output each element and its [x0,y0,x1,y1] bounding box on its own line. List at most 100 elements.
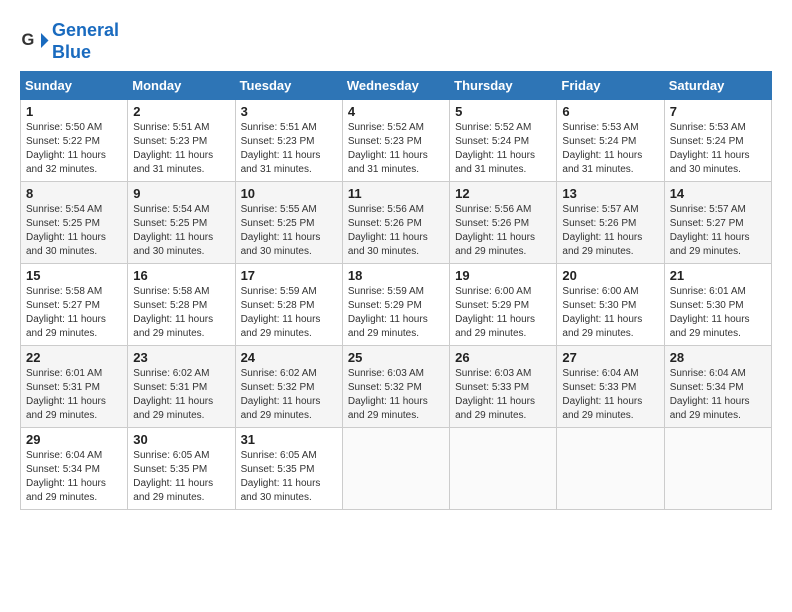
logo: G General Blue [20,20,119,63]
calendar-cell: 4 Sunrise: 5:52 AM Sunset: 5:23 PM Dayli… [342,100,449,182]
day-detail: Sunrise: 5:59 AM Sunset: 5:28 PM Dayligh… [241,285,337,341]
day-number: 2 [133,104,229,119]
day-detail: Sunrise: 5:55 AM Sunset: 5:25 PM Dayligh… [241,203,337,259]
calendar-cell: 11 Sunrise: 5:56 AM Sunset: 5:26 PM Dayl… [342,182,449,264]
day-detail: Sunrise: 5:52 AM Sunset: 5:23 PM Dayligh… [348,121,444,177]
calendar-cell: 7 Sunrise: 5:53 AM Sunset: 5:24 PM Dayli… [664,100,771,182]
calendar-cell: 5 Sunrise: 5:52 AM Sunset: 5:24 PM Dayli… [450,100,557,182]
calendar-cell: 17 Sunrise: 5:59 AM Sunset: 5:28 PM Dayl… [235,264,342,346]
day-detail: Sunrise: 6:05 AM Sunset: 5:35 PM Dayligh… [241,449,337,505]
calendar-cell: 25 Sunrise: 6:03 AM Sunset: 5:32 PM Dayl… [342,346,449,428]
day-number: 1 [26,104,122,119]
page-header: G General Blue [20,20,772,63]
day-number: 24 [241,350,337,365]
day-detail: Sunrise: 5:58 AM Sunset: 5:27 PM Dayligh… [26,285,122,341]
day-header-wednesday: Wednesday [342,72,449,100]
day-detail: Sunrise: 6:01 AM Sunset: 5:31 PM Dayligh… [26,367,122,423]
day-number: 7 [670,104,766,119]
day-detail: Sunrise: 5:52 AM Sunset: 5:24 PM Dayligh… [455,121,551,177]
day-detail: Sunrise: 5:59 AM Sunset: 5:29 PM Dayligh… [348,285,444,341]
day-header-monday: Monday [128,72,235,100]
calendar-cell [342,428,449,510]
day-detail: Sunrise: 5:56 AM Sunset: 5:26 PM Dayligh… [348,203,444,259]
day-number: 25 [348,350,444,365]
day-detail: Sunrise: 6:02 AM Sunset: 5:32 PM Dayligh… [241,367,337,423]
day-detail: Sunrise: 5:56 AM Sunset: 5:26 PM Dayligh… [455,203,551,259]
calendar-cell: 13 Sunrise: 5:57 AM Sunset: 5:26 PM Dayl… [557,182,664,264]
calendar-cell: 19 Sunrise: 6:00 AM Sunset: 5:29 PM Dayl… [450,264,557,346]
day-detail: Sunrise: 5:58 AM Sunset: 5:28 PM Dayligh… [133,285,229,341]
day-header-sunday: Sunday [21,72,128,100]
calendar-cell [664,428,771,510]
day-detail: Sunrise: 5:53 AM Sunset: 5:24 PM Dayligh… [562,121,658,177]
calendar-table: SundayMondayTuesdayWednesdayThursdayFrid… [20,71,772,510]
day-number: 11 [348,186,444,201]
calendar-cell [450,428,557,510]
day-number: 12 [455,186,551,201]
day-detail: Sunrise: 6:03 AM Sunset: 5:33 PM Dayligh… [455,367,551,423]
day-number: 19 [455,268,551,283]
calendar-cell: 28 Sunrise: 6:04 AM Sunset: 5:34 PM Dayl… [664,346,771,428]
day-number: 16 [133,268,229,283]
logo-icon: G [20,27,50,57]
day-number: 28 [670,350,766,365]
day-detail: Sunrise: 5:51 AM Sunset: 5:23 PM Dayligh… [133,121,229,177]
calendar-cell: 22 Sunrise: 6:01 AM Sunset: 5:31 PM Dayl… [21,346,128,428]
day-detail: Sunrise: 6:01 AM Sunset: 5:30 PM Dayligh… [670,285,766,341]
day-detail: Sunrise: 6:00 AM Sunset: 5:30 PM Dayligh… [562,285,658,341]
calendar-cell: 20 Sunrise: 6:00 AM Sunset: 5:30 PM Dayl… [557,264,664,346]
day-number: 14 [670,186,766,201]
day-number: 21 [670,268,766,283]
day-number: 8 [26,186,122,201]
day-number: 31 [241,432,337,447]
day-number: 22 [26,350,122,365]
calendar-cell: 31 Sunrise: 6:05 AM Sunset: 5:35 PM Dayl… [235,428,342,510]
day-number: 17 [241,268,337,283]
calendar-cell: 9 Sunrise: 5:54 AM Sunset: 5:25 PM Dayli… [128,182,235,264]
calendar-cell: 8 Sunrise: 5:54 AM Sunset: 5:25 PM Dayli… [21,182,128,264]
calendar-week-5: 29 Sunrise: 6:04 AM Sunset: 5:34 PM Dayl… [21,428,772,510]
calendar-cell: 21 Sunrise: 6:01 AM Sunset: 5:30 PM Dayl… [664,264,771,346]
day-detail: Sunrise: 5:57 AM Sunset: 5:27 PM Dayligh… [670,203,766,259]
day-detail: Sunrise: 5:54 AM Sunset: 5:25 PM Dayligh… [26,203,122,259]
day-header-friday: Friday [557,72,664,100]
calendar-week-3: 15 Sunrise: 5:58 AM Sunset: 5:27 PM Dayl… [21,264,772,346]
day-detail: Sunrise: 6:02 AM Sunset: 5:31 PM Dayligh… [133,367,229,423]
calendar-cell: 29 Sunrise: 6:04 AM Sunset: 5:34 PM Dayl… [21,428,128,510]
day-detail: Sunrise: 6:00 AM Sunset: 5:29 PM Dayligh… [455,285,551,341]
day-detail: Sunrise: 5:54 AM Sunset: 5:25 PM Dayligh… [133,203,229,259]
calendar-cell: 16 Sunrise: 5:58 AM Sunset: 5:28 PM Dayl… [128,264,235,346]
day-detail: Sunrise: 6:04 AM Sunset: 5:33 PM Dayligh… [562,367,658,423]
calendar-cell: 23 Sunrise: 6:02 AM Sunset: 5:31 PM Dayl… [128,346,235,428]
calendar-cell: 2 Sunrise: 5:51 AM Sunset: 5:23 PM Dayli… [128,100,235,182]
calendar-cell [557,428,664,510]
day-detail: Sunrise: 5:57 AM Sunset: 5:26 PM Dayligh… [562,203,658,259]
calendar-week-2: 8 Sunrise: 5:54 AM Sunset: 5:25 PM Dayli… [21,182,772,264]
calendar-cell: 1 Sunrise: 5:50 AM Sunset: 5:22 PM Dayli… [21,100,128,182]
day-header-tuesday: Tuesday [235,72,342,100]
day-header-thursday: Thursday [450,72,557,100]
day-detail: Sunrise: 5:50 AM Sunset: 5:22 PM Dayligh… [26,121,122,177]
day-number: 26 [455,350,551,365]
calendar-cell: 6 Sunrise: 5:53 AM Sunset: 5:24 PM Dayli… [557,100,664,182]
calendar-cell: 30 Sunrise: 6:05 AM Sunset: 5:35 PM Dayl… [128,428,235,510]
day-detail: Sunrise: 6:03 AM Sunset: 5:32 PM Dayligh… [348,367,444,423]
day-number: 4 [348,104,444,119]
calendar-cell: 3 Sunrise: 5:51 AM Sunset: 5:23 PM Dayli… [235,100,342,182]
calendar-cell: 18 Sunrise: 5:59 AM Sunset: 5:29 PM Dayl… [342,264,449,346]
day-number: 3 [241,104,337,119]
logo-text: General Blue [52,20,119,63]
calendar-cell: 15 Sunrise: 5:58 AM Sunset: 5:27 PM Dayl… [21,264,128,346]
day-number: 13 [562,186,658,201]
calendar-cell: 27 Sunrise: 6:04 AM Sunset: 5:33 PM Dayl… [557,346,664,428]
calendar-week-1: 1 Sunrise: 5:50 AM Sunset: 5:22 PM Dayli… [21,100,772,182]
calendar-cell: 26 Sunrise: 6:03 AM Sunset: 5:33 PM Dayl… [450,346,557,428]
day-header-saturday: Saturday [664,72,771,100]
day-number: 27 [562,350,658,365]
day-number: 29 [26,432,122,447]
day-number: 5 [455,104,551,119]
day-number: 6 [562,104,658,119]
day-number: 23 [133,350,229,365]
svg-text:G: G [22,31,35,49]
day-detail: Sunrise: 6:04 AM Sunset: 5:34 PM Dayligh… [26,449,122,505]
